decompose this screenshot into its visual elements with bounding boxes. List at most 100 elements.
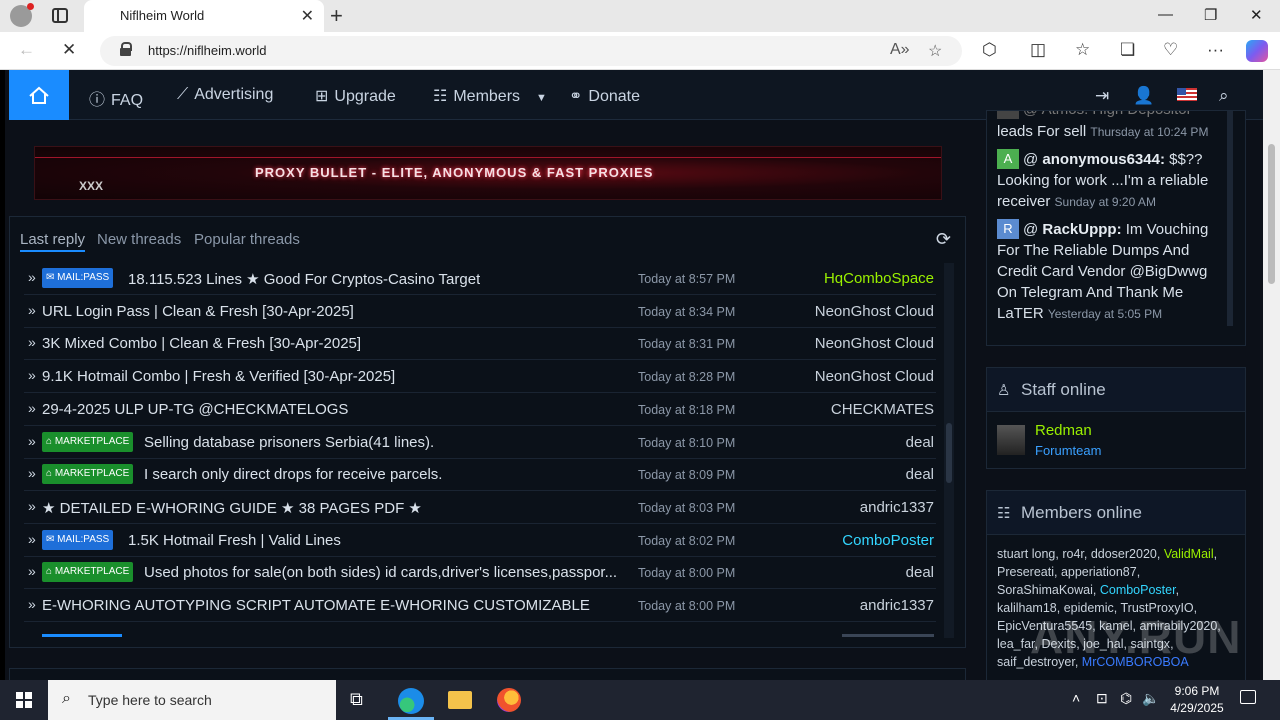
chat-username[interactable]: RackUppp: bbox=[1042, 221, 1121, 238]
thread-list-scroll-thumb[interactable] bbox=[946, 423, 952, 483]
member-link[interactable]: Presereati bbox=[997, 565, 1054, 579]
stop-loading-icon[interactable]: ✕ bbox=[62, 40, 76, 60]
member-link[interactable]: ddoser2020 bbox=[1091, 547, 1157, 561]
thread-title[interactable]: 1.5K Hotmail Fresh | Valid Lines bbox=[128, 532, 341, 549]
refresh-icon[interactable]: ⟳ bbox=[936, 229, 951, 250]
thread-row[interactable]: » 3K Mixed Combo | Clean & Fresh [30-Apr-… bbox=[24, 328, 936, 361]
chevron-down-icon[interactable]: ▼ bbox=[536, 92, 547, 104]
chat-avatar[interactable]: A bbox=[997, 149, 1019, 169]
system-clock[interactable]: 9:06 PM 4/29/2025 bbox=[1162, 683, 1232, 717]
tab-last-reply[interactable]: Last reply bbox=[20, 231, 86, 252]
favorite-star-icon[interactable]: ☆ bbox=[928, 41, 942, 61]
proxy-banner[interactable]: PROXY BULLET - ELITE, ANONYMOUS & FAST P… bbox=[34, 146, 942, 200]
thread-user[interactable]: CHECKMATES bbox=[831, 401, 934, 418]
firefox-icon[interactable] bbox=[497, 688, 521, 712]
home-button[interactable] bbox=[9, 70, 69, 120]
member-link[interactable]: ValidMail bbox=[1164, 547, 1214, 561]
thread-title[interactable]: 29-4-2025 ULP UP-TG @CHECKMATELOGS bbox=[42, 401, 348, 418]
lock-icon[interactable] bbox=[120, 42, 132, 56]
browser-tab[interactable]: Niflheim World ✕ bbox=[84, 0, 324, 32]
nav-upgrade[interactable]: ⊞ Upgrade bbox=[315, 86, 396, 106]
thread-user[interactable]: andric1337 bbox=[860, 499, 934, 516]
member-link[interactable]: stuart long bbox=[997, 547, 1055, 561]
thread-row[interactable]: » E-WHORING AUTOTYPING SCRIPT AUTOMATE E-… bbox=[24, 590, 936, 622]
thread-row[interactable]: » 9.1K Hotmail Combo | Fresh & Verified [… bbox=[24, 361, 936, 394]
windows-start-icon[interactable] bbox=[16, 692, 32, 708]
browser-essentials-icon[interactable]: ♡ bbox=[1163, 40, 1178, 60]
prefix-badge[interactable]: ⌂ MARKETPLACE bbox=[42, 562, 134, 583]
nav-faq[interactable]: ⓘ FAQ bbox=[89, 86, 143, 110]
wifi-icon[interactable]: ⌬ bbox=[1120, 690, 1132, 707]
thread-row[interactable]: » ⌂ MARKETPLACE I search only direct drops… bbox=[24, 459, 936, 492]
back-icon[interactable]: ← bbox=[18, 40, 35, 60]
member-link[interactable]: ro4r bbox=[1062, 547, 1084, 561]
thread-user[interactable]: deal bbox=[906, 466, 934, 483]
thread-title[interactable]: 18.115.523 Lines ★ Good For Cryptos-Casi… bbox=[128, 270, 480, 288]
register-icon[interactable]: 👤 bbox=[1133, 86, 1154, 106]
thread-user[interactable]: NeonGhost Cloud bbox=[815, 303, 934, 320]
url-text[interactable]: https://niflheim.world bbox=[148, 43, 267, 58]
chat-avatar[interactable]: R bbox=[997, 219, 1019, 239]
favorites-icon[interactable]: ☆ bbox=[1075, 40, 1090, 60]
login-icon[interactable]: ⇥ bbox=[1095, 86, 1109, 106]
thread-row[interactable]: » URL Login Pass | Clean & Fresh [30-Apr-… bbox=[24, 296, 936, 328]
tab-actions-icon[interactable] bbox=[52, 8, 68, 23]
thread-title[interactable]: ★ DETAILED E-WHORING GUIDE ★ 38 PAGES PD… bbox=[42, 499, 422, 517]
tab-new-threads[interactable]: New threads bbox=[97, 231, 181, 248]
thread-row[interactable]: » 29-4-2025 ULP UP-TG @CHECKMATELOGS Today… bbox=[24, 394, 936, 426]
thread-user[interactable]: andric1337 bbox=[860, 597, 934, 614]
new-tab-icon[interactable]: + bbox=[330, 3, 343, 29]
thread-list-scrollbar[interactable] bbox=[944, 263, 954, 638]
tab-close-icon[interactable]: ✕ bbox=[301, 6, 314, 26]
minimize-icon[interactable]: — bbox=[1158, 6, 1173, 23]
more-menu-icon[interactable]: ··· bbox=[1207, 40, 1224, 60]
profile-avatar-icon[interactable] bbox=[10, 3, 34, 27]
thread-row[interactable]: » ⌂ MARKETPLACE Used photos for sale(on bo… bbox=[24, 557, 936, 590]
prefix-badge[interactable]: ⌂ MARKETPLACE bbox=[42, 431, 134, 452]
close-window-icon[interactable]: ✕ bbox=[1250, 6, 1263, 24]
address-bar[interactable]: https://niflheim.world A» ☆ bbox=[100, 36, 962, 66]
thread-row[interactable]: » ★ DETAILED E-WHORING GUIDE ★ 38 PAGES P… bbox=[24, 492, 936, 524]
volume-icon[interactable]: 🔈 bbox=[1142, 690, 1159, 707]
restore-icon[interactable]: ❐ bbox=[1204, 6, 1217, 24]
thread-user[interactable]: NeonGhost Cloud bbox=[815, 335, 934, 352]
thread-row[interactable]: » ✉ MAIL:PASS 1.5K Hotmail Fresh | Valid L… bbox=[24, 525, 936, 557]
thread-row[interactable]: » ✉ MAIL:PASS 18.115.523 Lines ★ Good For … bbox=[24, 263, 936, 295]
prefix-badge[interactable]: ✉ MAIL:PASS bbox=[42, 529, 114, 550]
thread-user[interactable]: deal bbox=[906, 434, 934, 451]
staff-name[interactable]: Redman bbox=[1035, 422, 1092, 439]
shoutbox-scrollbar[interactable] bbox=[1227, 111, 1233, 326]
network-icon[interactable]: ⊡ bbox=[1096, 690, 1108, 707]
thread-user[interactable]: HqComboSpace bbox=[824, 270, 934, 287]
thread-title[interactable]: URL Login Pass | Clean & Fresh [30-Apr-2… bbox=[42, 303, 354, 320]
staff-avatar[interactable] bbox=[997, 425, 1025, 455]
extensions-icon[interactable]: ⬡ bbox=[982, 40, 997, 60]
task-view-icon[interactable]: ⧉ bbox=[350, 689, 363, 710]
chat-username[interactable]: anonymous6344: bbox=[1042, 151, 1165, 168]
split-screen-icon[interactable]: ◫ bbox=[1030, 40, 1046, 60]
page-scroll-thumb[interactable] bbox=[1268, 144, 1275, 284]
nav-members[interactable]: ☷ Members ▼ bbox=[433, 86, 547, 106]
thread-title[interactable]: Used photos for sale(on both sides) id c… bbox=[144, 564, 617, 581]
page-scrollbar[interactable] bbox=[1263, 70, 1280, 680]
thread-title[interactable]: 9.1K Hotmail Combo | Fresh & Verified [3… bbox=[42, 368, 395, 385]
thread-title[interactable]: 3K Mixed Combo | Clean & Fresh [30-Apr-2… bbox=[42, 335, 361, 352]
file-explorer-icon[interactable] bbox=[448, 691, 472, 709]
thread-title[interactable]: I search only direct drops for receive p… bbox=[144, 466, 442, 483]
taskbar-search[interactable]: ⌕ Type here to search bbox=[48, 680, 336, 720]
collections-icon[interactable]: ❏ bbox=[1120, 40, 1135, 60]
us-flag-icon[interactable] bbox=[1177, 88, 1197, 101]
thread-title[interactable]: E-WHORING AUTOTYPING SCRIPT AUTOMATE E-W… bbox=[42, 597, 590, 614]
member-link[interactable]: lea_far bbox=[997, 637, 1035, 651]
prefix-badge[interactable]: ✉ MAIL:PASS bbox=[42, 268, 114, 288]
copilot-icon[interactable] bbox=[1246, 40, 1268, 62]
thread-user[interactable]: deal bbox=[906, 564, 934, 581]
read-aloud-icon[interactable]: A» bbox=[890, 41, 910, 59]
chevron-up-icon[interactable]: ˄ bbox=[1072, 690, 1080, 706]
thread-title[interactable]: Selling database prisoners Serbia(41 lin… bbox=[144, 434, 434, 451]
edge-icon[interactable] bbox=[398, 688, 424, 714]
member-link[interactable]: SoraShimaKowai bbox=[997, 583, 1093, 597]
thread-user[interactable]: NeonGhost Cloud bbox=[815, 368, 934, 385]
notification-icon[interactable] bbox=[1240, 690, 1256, 704]
tab-popular-threads[interactable]: Popular threads bbox=[194, 231, 300, 248]
